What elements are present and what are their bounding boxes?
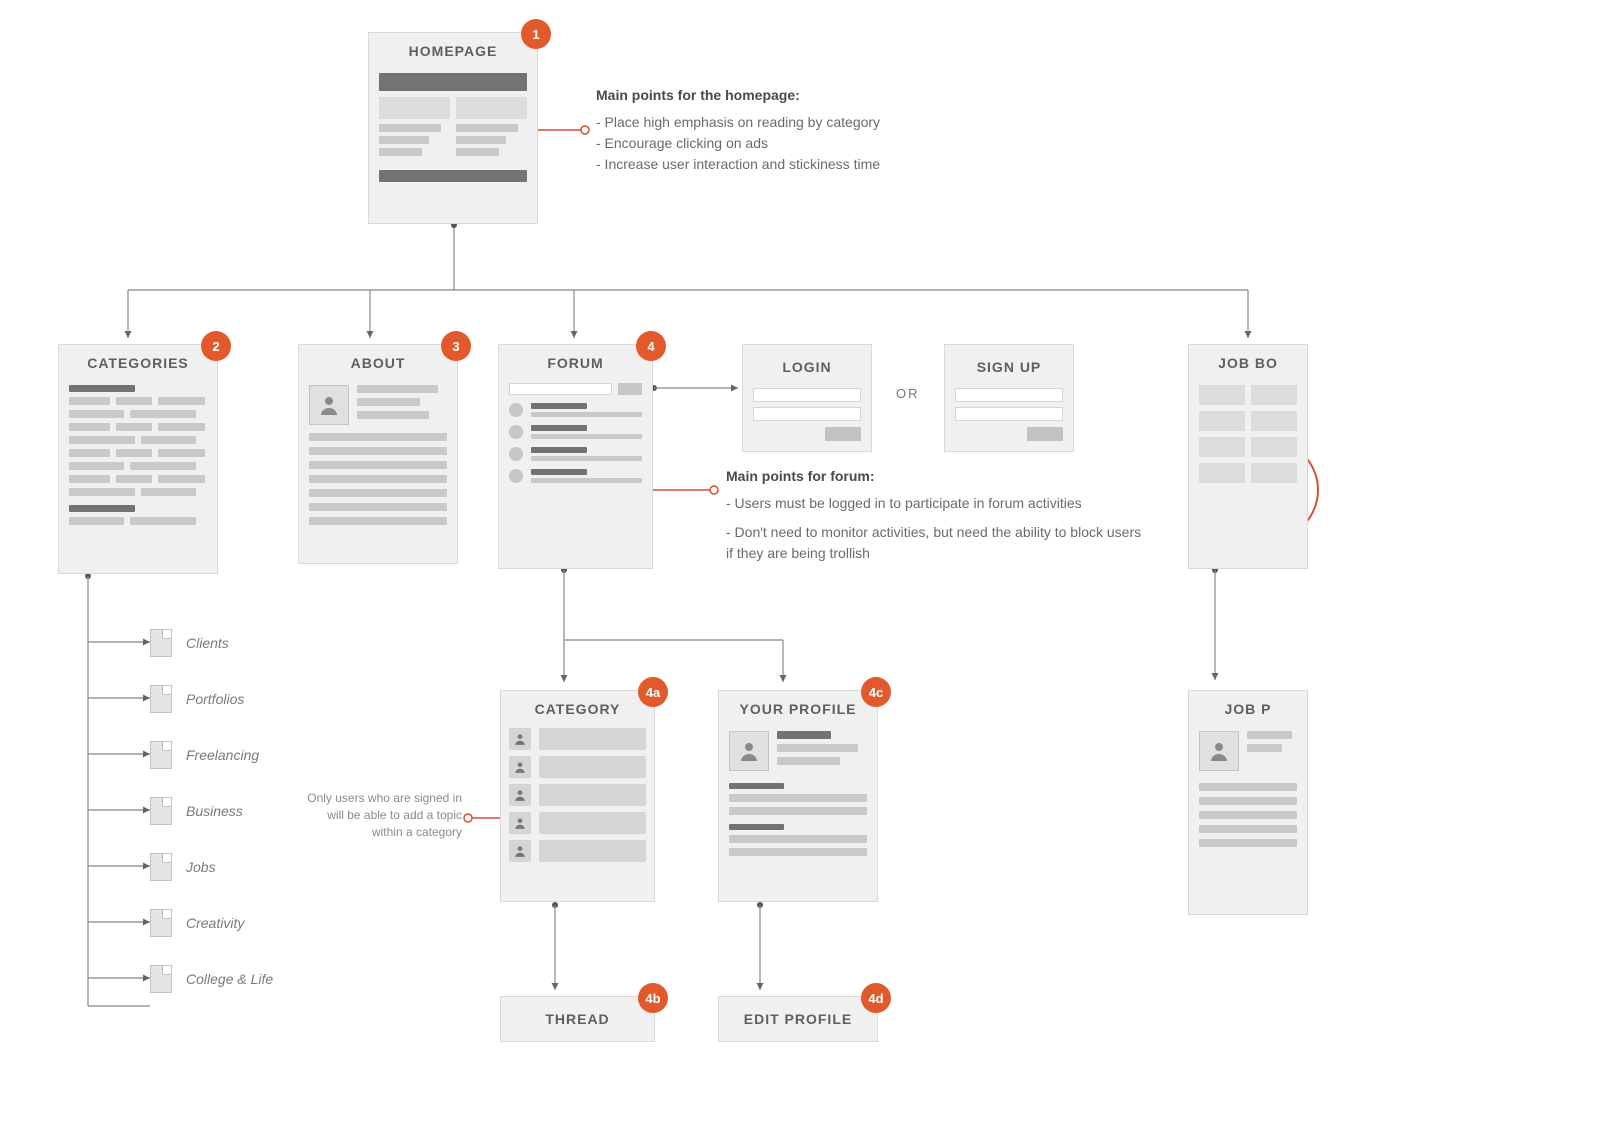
document-icon [150,685,172,713]
category-list: Clients Portfolios Freelancing Business … [150,615,273,1007]
category-label: Portfolios [186,691,244,707]
title-about: ABOUT [299,345,457,379]
node-jobboard: JOB BO [1188,344,1308,569]
category-label: Jobs [186,859,216,875]
node-signup: SIGN UP [944,344,1074,452]
title-category: CATEGORY [501,691,654,725]
node-editprofile: 4d EDIT PROFILE [718,996,878,1042]
callout-homepage-line: - Place high emphasis on reading by cate… [596,112,1016,133]
title-editprofile: EDIT PROFILE [719,997,877,1035]
category-label: Creativity [186,915,244,931]
document-icon [150,853,172,881]
node-profile: 4c YOUR PROFILE [718,690,878,902]
badge-forum: 4 [636,331,666,361]
document-icon [150,965,172,993]
title-signup: SIGN UP [955,355,1063,383]
title-jobboard: JOB BO [1189,345,1307,379]
title-thread: THREAD [501,997,654,1035]
node-thread: 4b THREAD [500,996,655,1042]
title-login: LOGIN [753,355,861,383]
node-homepage: 1 HOMEPAGE [368,32,538,224]
node-category: 4a CATEGORY [500,690,655,902]
node-about: 3 ABOUT [298,344,458,564]
title-categories: CATEGORIES [59,345,217,379]
document-icon [150,797,172,825]
list-item: Portfolios [150,671,273,727]
badge-about: 3 [441,331,471,361]
callout-forum-line: - Don't need to monitor activities, but … [726,522,1146,564]
callout-homepage-line: - Encourage clicking on ads [596,133,1016,154]
callout-forum: Main points for forum: - Users must be l… [726,466,1146,564]
title-jobp: JOB P [1189,691,1307,725]
list-item: Clients [150,615,273,671]
badge-homepage: 1 [521,19,551,49]
document-icon [150,909,172,937]
title-profile: YOUR PROFILE [719,691,877,725]
avatar-icon [729,731,769,771]
node-login: LOGIN [742,344,872,452]
callout-homepage: Main points for the homepage: - Place hi… [596,85,1016,175]
title-forum: FORUM [499,345,652,379]
avatar-icon [309,385,349,425]
list-item: Jobs [150,839,273,895]
callout-homepage-line: - Increase user interaction and stickine… [596,154,1016,175]
callout-forum-line: - Users must be logged in to participate… [726,493,1146,514]
callout-forum-heading: Main points for forum: [726,466,1146,487]
list-item: Business [150,783,273,839]
node-forum: 4 FORUM [498,344,653,569]
list-item: Freelancing [150,727,273,783]
note-line: Only users who are signed in [302,790,462,807]
category-label: Business [186,803,243,819]
badge-editprofile: 4d [861,983,891,1013]
note-line: will be able to add a topic [302,807,462,824]
title-homepage: HOMEPAGE [369,33,537,67]
badge-category: 4a [638,677,668,707]
or-label: OR [896,386,920,401]
document-icon [150,741,172,769]
avatar-icon [1199,731,1239,771]
note-line: within a category [302,824,462,841]
category-label: Freelancing [186,747,259,763]
list-item: College & Life [150,951,273,1007]
node-categories: 2 CATEGORIES [58,344,218,574]
list-item: Creativity [150,895,273,951]
badge-profile: 4c [861,677,891,707]
callout-category-note: Only users who are signed in will be abl… [302,790,462,840]
callout-homepage-heading: Main points for the homepage: [596,85,1016,106]
badge-thread: 4b [638,983,668,1013]
badge-categories: 2 [201,331,231,361]
category-label: College & Life [186,971,273,987]
node-jobp: JOB P [1188,690,1308,915]
document-icon [150,629,172,657]
category-label: Clients [186,635,229,651]
